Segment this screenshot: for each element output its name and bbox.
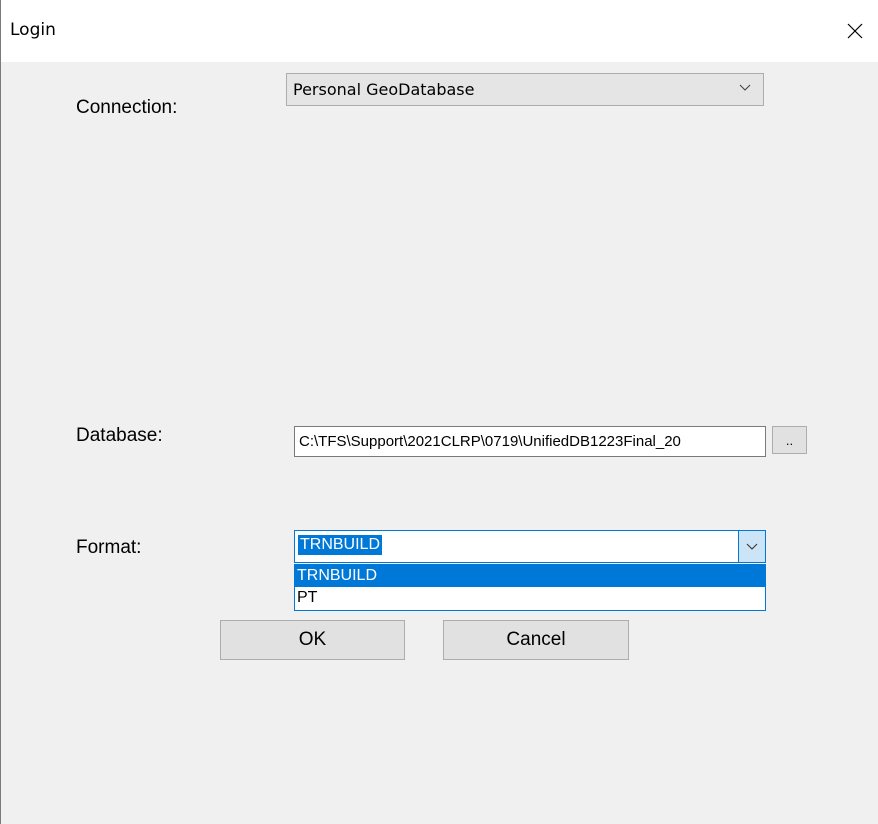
format-dropdown-list: TRNBUILD PT [294, 564, 766, 611]
connection-label: Connection: [76, 97, 178, 118]
connection-value: Personal GeoDatabase [293, 80, 475, 99]
close-icon [847, 23, 863, 39]
format-option-pt[interactable]: PT [295, 587, 765, 609]
format-combobox[interactable]: TRNBUILD [294, 530, 766, 563]
format-option-trnbuild[interactable]: TRNBUILD [295, 565, 765, 587]
window-title: Login [10, 20, 56, 40]
database-path-field[interactable]: C:\TFS\Support\2021CLRP\0719\UnifiedDB12… [294, 426, 766, 457]
login-dialog: Login Connection: Personal GeoDatabase D… [0, 0, 878, 824]
close-button[interactable] [832, 0, 878, 62]
ok-button[interactable]: OK [220, 620, 405, 660]
database-path-value: C:\TFS\Support\2021CLRP\0719\UnifiedDB12… [299, 433, 681, 450]
format-selected-value: TRNBUILD [298, 535, 383, 555]
chevron-down-icon [739, 84, 751, 91]
chevron-down-icon [746, 543, 758, 550]
database-label: Database: [76, 425, 163, 446]
browse-button[interactable]: .. [772, 426, 807, 454]
format-dropdown-button[interactable] [738, 531, 765, 562]
cancel-button[interactable]: Cancel [443, 620, 629, 660]
format-label: Format: [76, 537, 142, 558]
connection-combobox[interactable]: Personal GeoDatabase [286, 73, 764, 106]
title-bar: Login [1, 0, 878, 62]
